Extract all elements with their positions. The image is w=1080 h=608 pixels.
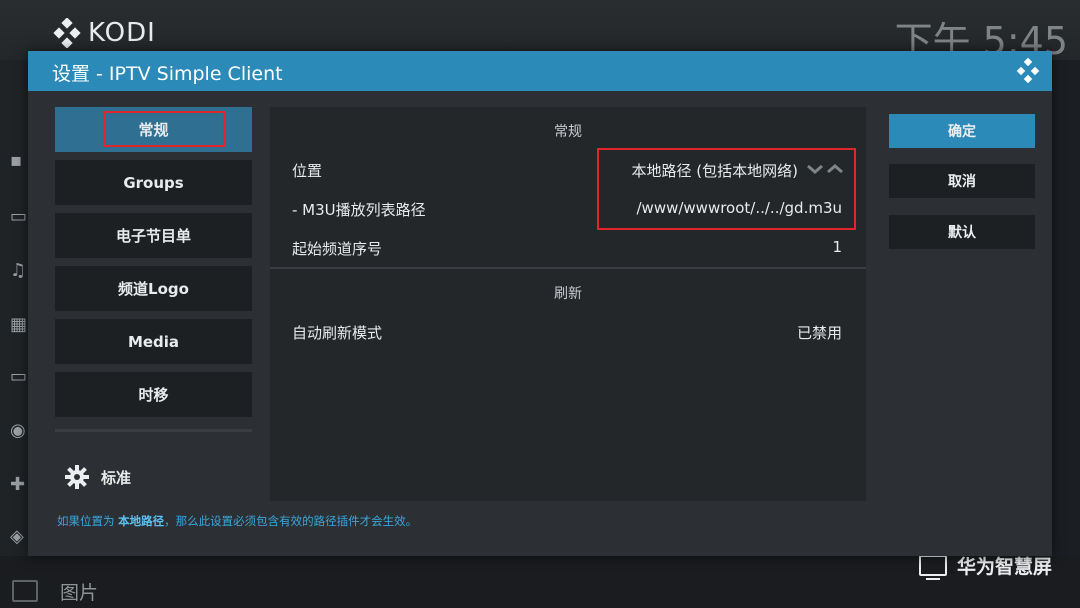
brand-watermark: 华为智慧屏 (918, 552, 1052, 580)
setting-value: 已禁用 (796, 324, 842, 342)
category-label: 时移 (138, 386, 169, 404)
hint-prefix: 如果位置为 (57, 514, 119, 528)
category-media[interactable]: Media (55, 319, 252, 364)
category-label: Media (127, 332, 180, 351)
annotation-highlight-box (597, 148, 856, 230)
settings-level-toggle[interactable]: 标准 (65, 465, 131, 489)
category-list-divider (55, 429, 252, 432)
settings-panel: 常规 位置 本地路径 (包括本地网络) - M3U播放列表路径 /www/www… (270, 107, 866, 501)
ok-button[interactable]: 确定 (889, 114, 1035, 148)
defaults-button[interactable]: 默认 (889, 215, 1035, 249)
brand-label: 华为智慧屏 (956, 556, 1052, 578)
setting-label: 起始频道序号 (292, 240, 383, 258)
dialog-header: 设置 - IPTV Simple Client (28, 51, 1052, 91)
category-label: 频道Logo (118, 280, 189, 298)
annotation-highlight-box (103, 111, 225, 147)
tv-screen-icon (918, 555, 947, 580)
category-label: 电子节目单 (115, 227, 191, 245)
section-divider (270, 267, 866, 269)
cancel-button[interactable]: 取消 (889, 164, 1035, 198)
setting-description: 如果位置为 本地路径，那么此设置必须包含有效的路径插件才会生效。 (57, 513, 417, 529)
hint-suffix: ，那么此设置必须包含有效的路径插件才会生效。 (164, 514, 418, 528)
category-label: Groups (123, 173, 184, 192)
settings-level-label: 标准 (101, 468, 132, 487)
dialog-title: 设置 - IPTV Simple Client (52, 63, 283, 85)
setting-value: 1 (832, 238, 842, 256)
settings-dialog: 设置 - IPTV Simple Client 常规 Groups 电子节目单 … (28, 51, 1052, 556)
category-timeshift[interactable]: 时移 (55, 372, 252, 417)
close-icon[interactable] (1014, 57, 1042, 85)
setting-start-channel-number[interactable]: 起始频道序号 1 (270, 229, 866, 267)
kodi-logo: KODI (52, 14, 156, 52)
section-header-refresh: 刷新 (554, 286, 582, 302)
category-epg[interactable]: 电子节目单 (55, 213, 252, 258)
category-channel-logos[interactable]: 频道Logo (55, 266, 252, 311)
section-header-general: 常规 (554, 124, 582, 140)
hint-emphasis: 本地路径 (118, 514, 165, 528)
kodi-logo-icon (53, 18, 81, 48)
setting-label: - M3U播放列表路径 (292, 201, 426, 219)
pictures-icon (12, 580, 38, 602)
category-general[interactable]: 常规 (55, 107, 252, 152)
gear-icon (65, 465, 89, 489)
category-list: 常规 Groups 电子节目单 频道Logo Media 时移 (55, 107, 252, 425)
setting-label: 位置 (292, 162, 323, 180)
kodi-logo-text: KODI (88, 18, 156, 48)
pictures-menu-item: 图片 (60, 582, 99, 604)
setting-auto-refresh-mode[interactable]: 自动刷新模式 已禁用 (270, 313, 866, 351)
category-groups[interactable]: Groups (55, 160, 252, 205)
background-sidebar: ▪ ▭ ♫ ▦ ▭ ◉ ✚ ◈ (0, 60, 30, 608)
setting-label: 自动刷新模式 (292, 324, 383, 342)
